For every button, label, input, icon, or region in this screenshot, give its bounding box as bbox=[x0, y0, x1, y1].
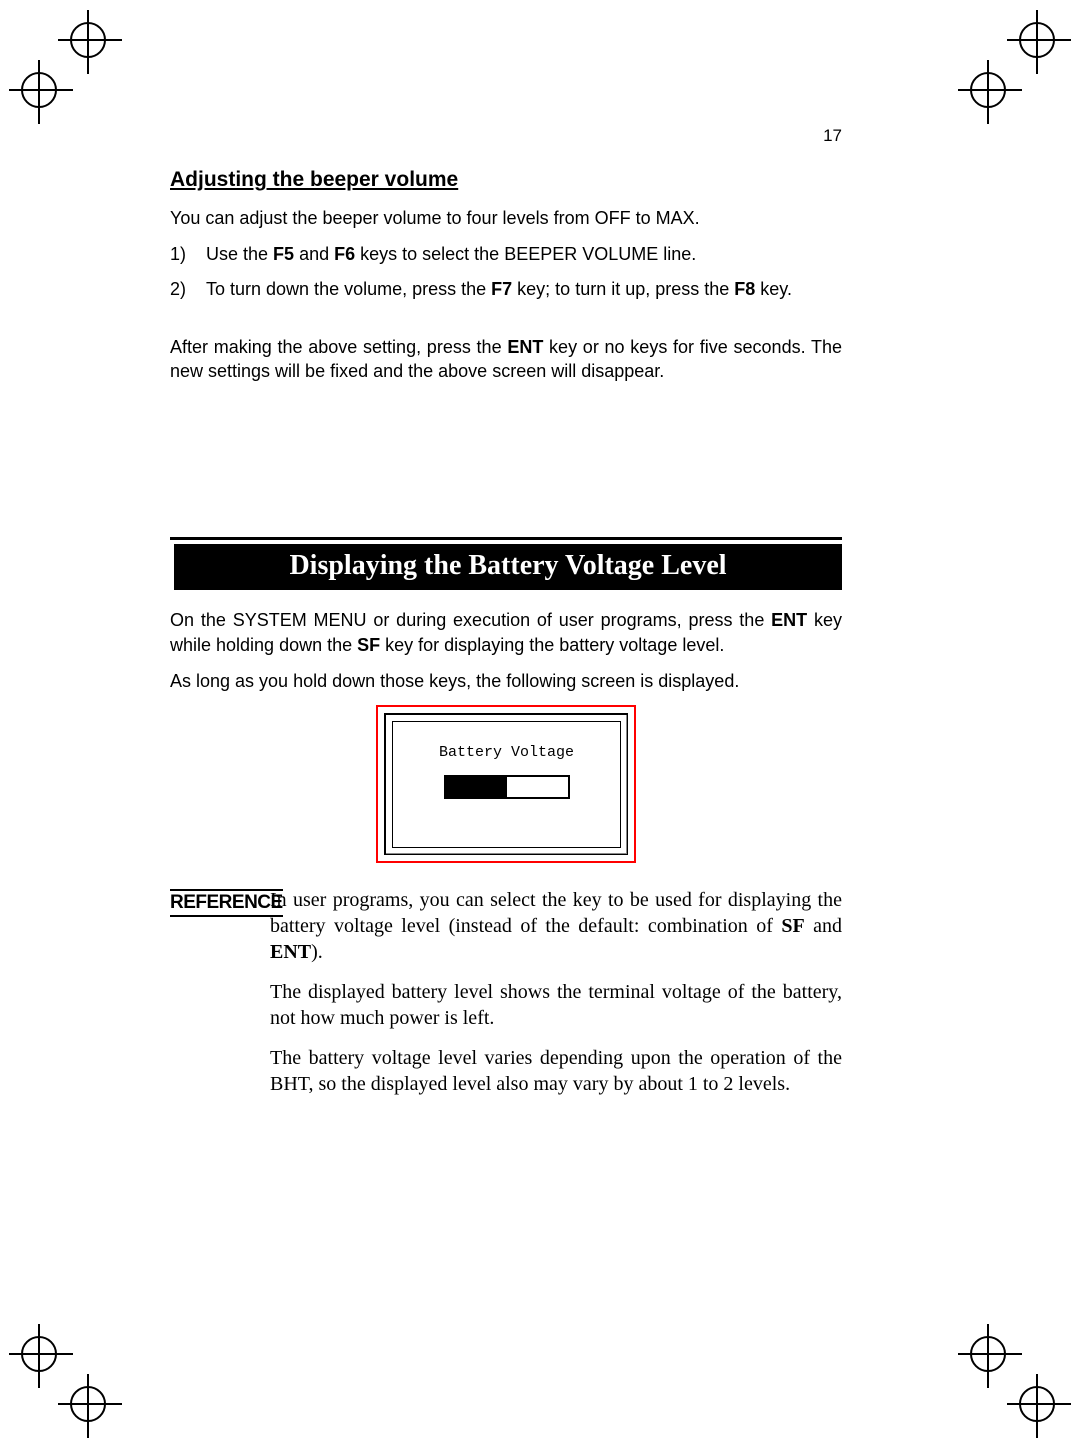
reference-label: REFERENCE bbox=[170, 889, 283, 917]
text: In user programs, you can select the key… bbox=[270, 889, 842, 937]
reference-paragraph: In user programs, you can select the key… bbox=[270, 887, 842, 965]
key-name: ENT bbox=[270, 941, 311, 963]
step-number: 2) bbox=[170, 277, 206, 301]
key-name: F8 bbox=[734, 279, 755, 299]
screen-inner: Battery Voltage bbox=[392, 721, 621, 848]
reference-block: REFERENCE In user programs, you can sele… bbox=[170, 887, 842, 1111]
step-text: Use the F5 and F6 keys to select the BEE… bbox=[206, 242, 842, 266]
steps-list: 1) Use the F5 and F6 keys to select the … bbox=[170, 242, 842, 301]
body-text: You can adjust the beeper volume to four… bbox=[170, 206, 842, 383]
reference-label-wrap: REFERENCE bbox=[170, 887, 270, 917]
text: After making the above setting, press th… bbox=[170, 337, 507, 357]
screen-illustration: Battery Voltage bbox=[170, 705, 842, 863]
text: key for displaying the battery voltage l… bbox=[380, 635, 724, 655]
text: keys to select the BEEPER VOLUME line. bbox=[355, 244, 696, 264]
text: To turn down the volume, press the bbox=[206, 279, 491, 299]
section-banner-title: Displaying the Battery Voltage Level bbox=[170, 544, 842, 590]
registration-mark-icon bbox=[970, 72, 1006, 108]
key-name: SF bbox=[357, 635, 380, 655]
screen-label: Battery Voltage bbox=[393, 722, 620, 761]
text: and bbox=[805, 915, 842, 937]
page-content: 17 Adjusting the beeper volume You can a… bbox=[170, 130, 842, 1111]
reference-paragraph: The displayed battery level shows the te… bbox=[270, 979, 842, 1031]
list-item: 2) To turn down the volume, press the F7… bbox=[170, 277, 842, 301]
screen-frame: Battery Voltage bbox=[384, 713, 628, 855]
text: ). bbox=[311, 941, 323, 963]
paragraph: As long as you hold down those keys, the… bbox=[170, 669, 842, 693]
registration-mark-icon bbox=[21, 1336, 57, 1372]
registration-mark-icon bbox=[1019, 1386, 1055, 1422]
battery-fill bbox=[446, 777, 507, 797]
key-name: F7 bbox=[491, 279, 512, 299]
key-name: F6 bbox=[334, 244, 355, 264]
text: Use the bbox=[206, 244, 273, 264]
list-item: 1) Use the F5 and F6 keys to select the … bbox=[170, 242, 842, 266]
reference-body: In user programs, you can select the key… bbox=[270, 887, 842, 1111]
key-name: ENT bbox=[771, 610, 807, 630]
after-steps-paragraph: After making the above setting, press th… bbox=[170, 335, 842, 384]
registration-mark-icon bbox=[970, 1336, 1006, 1372]
step-number: 1) bbox=[170, 242, 206, 266]
reference-paragraph: The battery voltage level varies dependi… bbox=[270, 1045, 842, 1097]
body-text: On the SYSTEM MENU or during execution o… bbox=[170, 608, 842, 693]
key-name: F5 bbox=[273, 244, 294, 264]
text: key. bbox=[755, 279, 792, 299]
section-banner: Displaying the Battery Voltage Level bbox=[170, 537, 842, 590]
battery-bar bbox=[444, 775, 570, 799]
section-heading-beeper: Adjusting the beeper volume bbox=[170, 168, 842, 192]
registration-mark-icon bbox=[70, 1386, 106, 1422]
registration-mark-icon bbox=[1019, 22, 1055, 58]
key-name: ENT bbox=[507, 337, 543, 357]
key-name: SF bbox=[781, 915, 804, 937]
step-text: To turn down the volume, press the F7 ke… bbox=[206, 277, 842, 301]
text: and bbox=[294, 244, 334, 264]
registration-mark-icon bbox=[70, 22, 106, 58]
text: key; to turn it up, press the bbox=[512, 279, 734, 299]
page-number: 17 bbox=[823, 126, 842, 146]
registration-mark-icon bbox=[21, 72, 57, 108]
intro-paragraph: You can adjust the beeper volume to four… bbox=[170, 206, 842, 230]
screen-highlight-border: Battery Voltage bbox=[376, 705, 636, 863]
paragraph: On the SYSTEM MENU or during execution o… bbox=[170, 608, 842, 657]
text: On the SYSTEM MENU or during execution o… bbox=[170, 610, 771, 630]
